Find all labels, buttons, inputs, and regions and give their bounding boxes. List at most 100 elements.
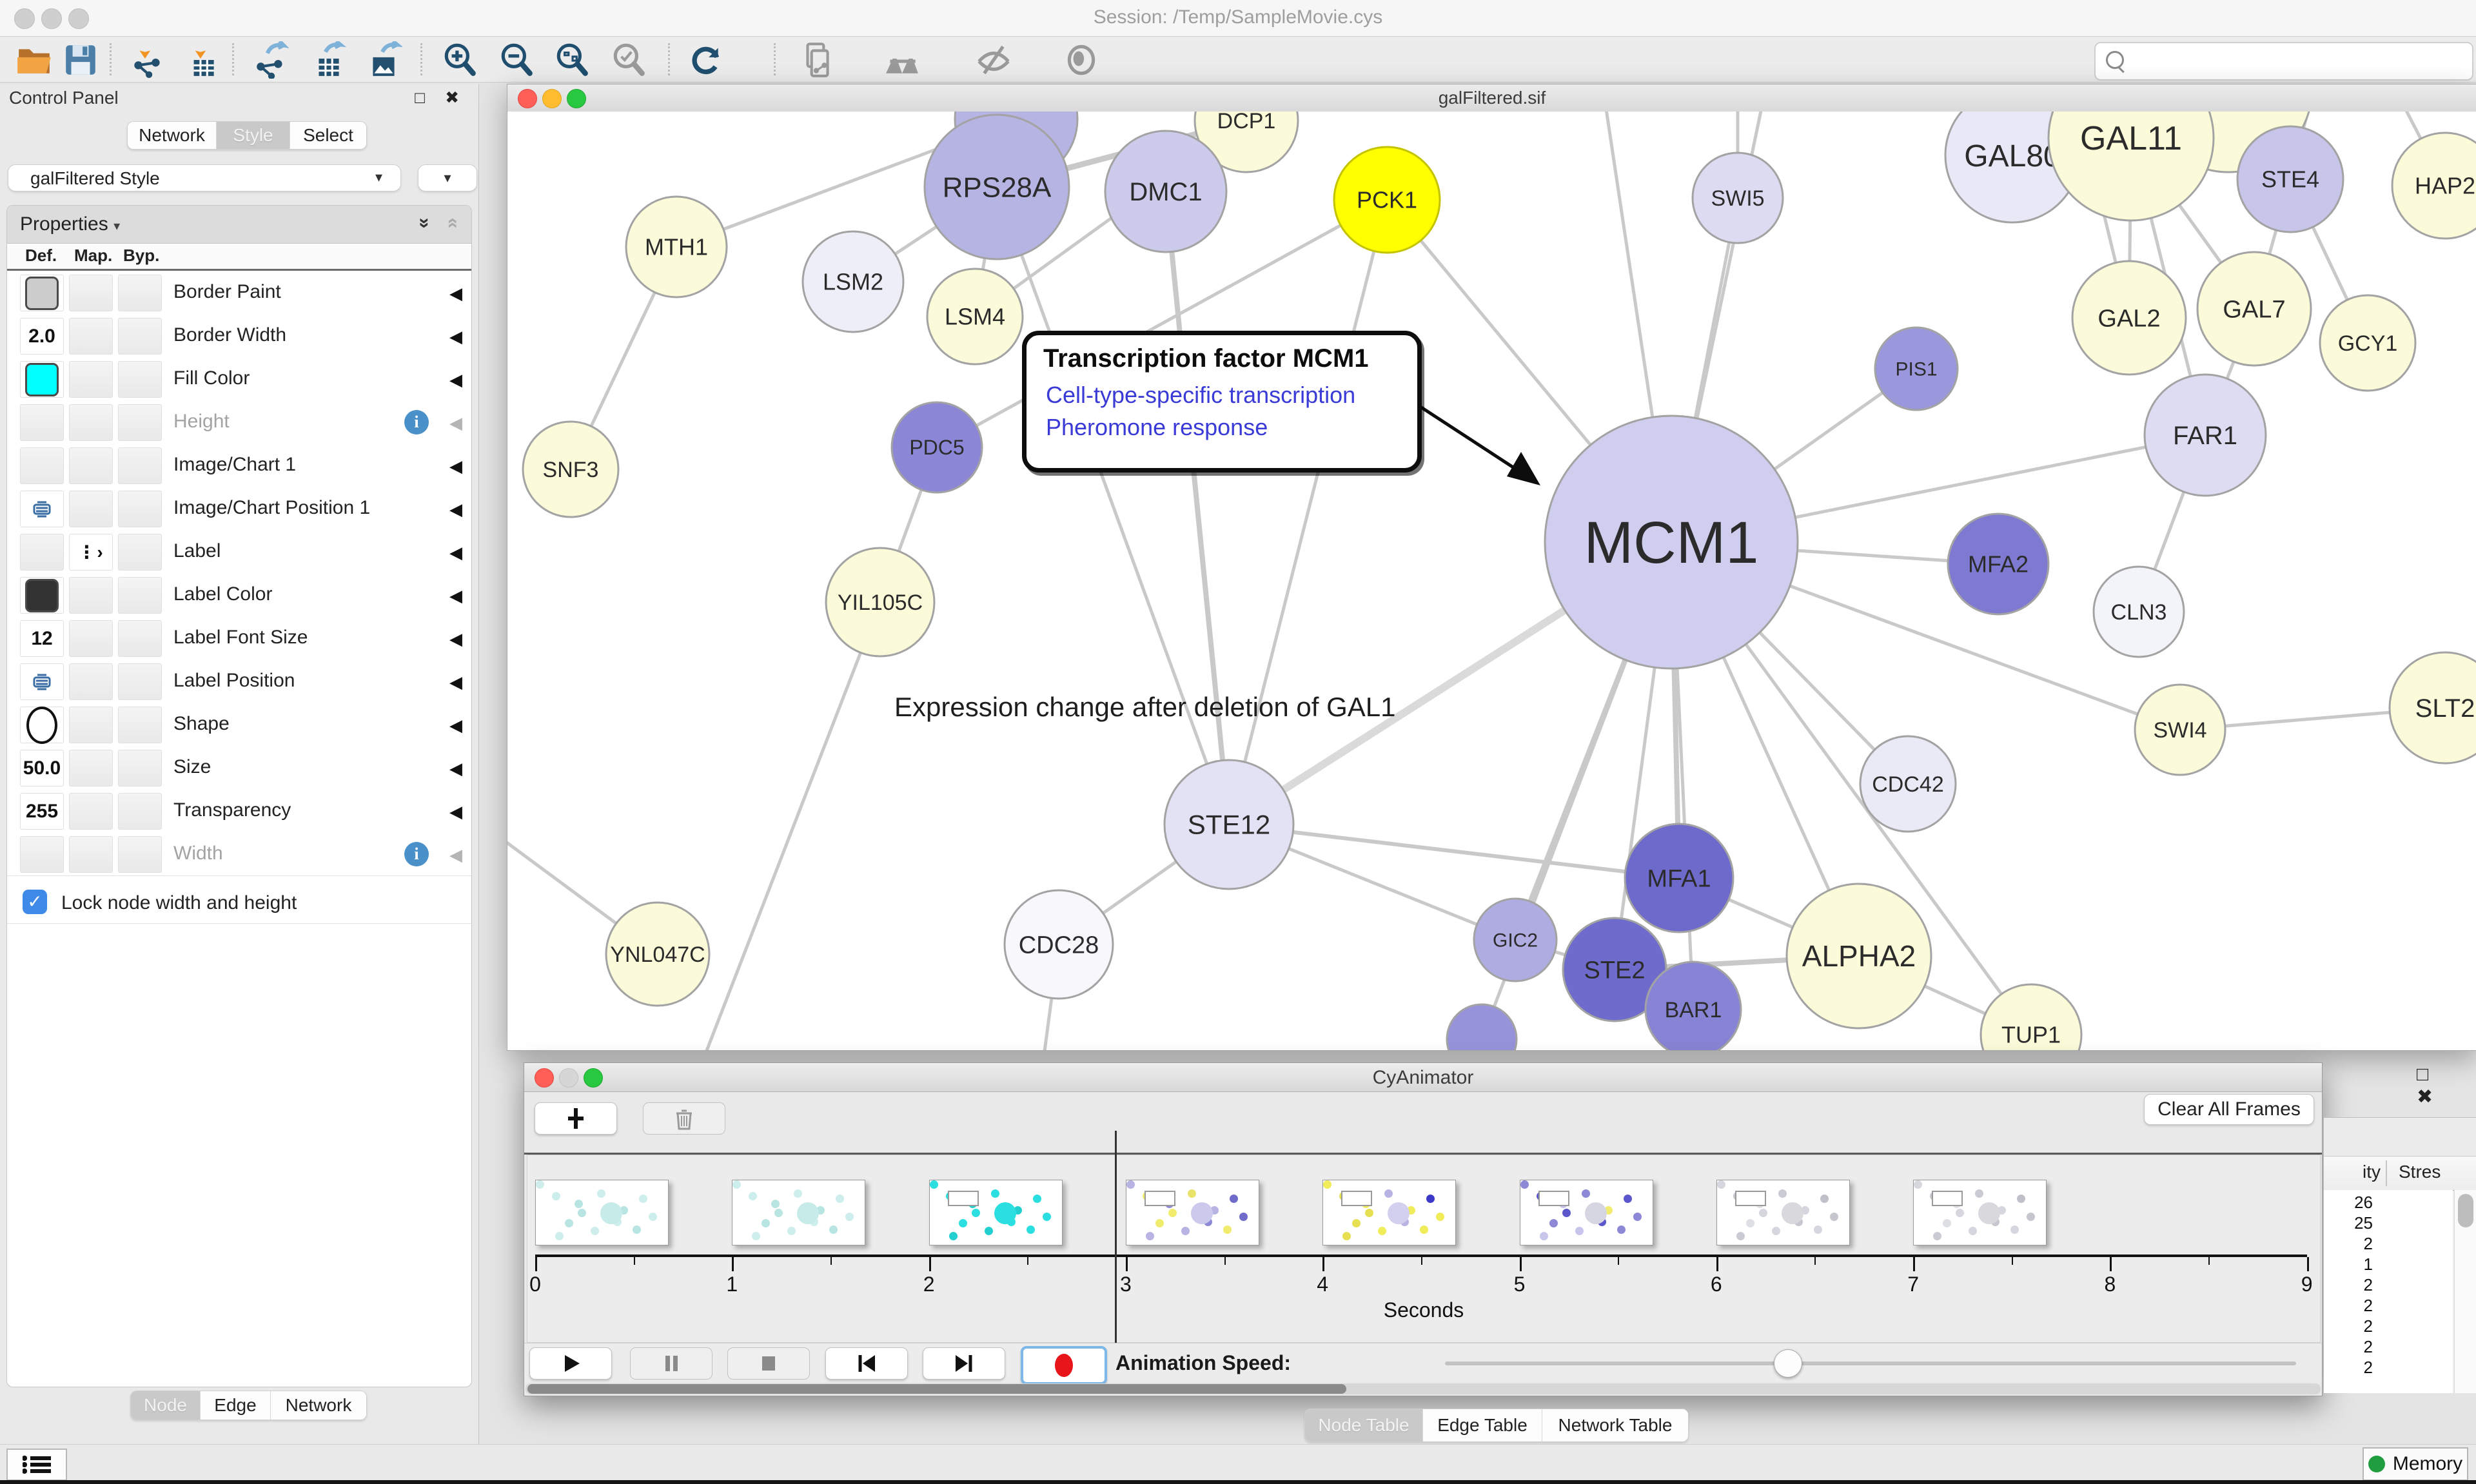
expand-property-arrow[interactable]: ◀	[449, 413, 462, 433]
delete-frame-button[interactable]	[643, 1102, 725, 1135]
expand-property-arrow[interactable]: ◀	[449, 845, 462, 865]
byp-cell[interactable]	[118, 836, 162, 873]
first-neighbors-icon[interactable]	[883, 41, 921, 79]
map-cell[interactable]	[69, 663, 113, 700]
tab-network[interactable]: Network	[271, 1391, 366, 1420]
byp-cell[interactable]	[118, 275, 162, 311]
frame-thumbnail[interactable]	[1322, 1180, 1456, 1245]
map-cell[interactable]	[69, 404, 113, 441]
skip-to-end-button[interactable]	[923, 1347, 1005, 1380]
property-row[interactable]: Label Color◀	[7, 573, 471, 617]
expand-property-arrow[interactable]: ◀	[449, 716, 462, 736]
def-cell[interactable]	[20, 707, 64, 743]
export-network-icon[interactable]	[253, 41, 290, 79]
mcm1-annotation-box[interactable]: Transcription factor MCM1 Cell-type-spec…	[1022, 331, 1422, 473]
tab-edge-table[interactable]: Edge Table	[1423, 1409, 1542, 1441]
byp-cell[interactable]	[118, 663, 162, 700]
hide-selected-icon[interactable]	[975, 41, 1012, 79]
property-row[interactable]: Widthi◀	[7, 832, 471, 876]
task-history-button[interactable]	[6, 1449, 67, 1481]
duplicate-network-icon[interactable]	[798, 41, 836, 79]
def-cell[interactable]: 50.0	[20, 750, 64, 786]
network-caption-annotation[interactable]: Expression change after deletion of GAL1	[894, 692, 1396, 723]
frame-thumbnail[interactable]	[1520, 1180, 1653, 1245]
byp-cell[interactable]	[118, 361, 162, 398]
expand-property-arrow[interactable]: ◀	[449, 802, 462, 822]
frames-timeline[interactable]: Seconds 0123456789	[527, 1155, 2321, 1343]
table-row[interactable]: 1	[2324, 1255, 2453, 1275]
table-row[interactable]: 2	[2324, 1316, 2453, 1337]
property-row[interactable]: 2.0Border Width◀	[7, 314, 471, 358]
tab-node-table[interactable]: Node Table	[1305, 1409, 1423, 1441]
cyanimator-titlebar[interactable]: CyAnimator	[524, 1063, 2322, 1092]
lock-dimensions-checkbox[interactable]: ✓	[23, 890, 47, 914]
byp-cell[interactable]	[118, 750, 162, 786]
map-cell[interactable]: ⋮›	[69, 534, 113, 571]
expand-property-arrow[interactable]: ◀	[449, 586, 462, 606]
skip-to-start-button[interactable]	[825, 1347, 908, 1380]
column-divider[interactable]	[2386, 1160, 2387, 1186]
expand-property-arrow[interactable]: ◀	[449, 456, 462, 476]
table-row[interactable]: 26	[2324, 1193, 2453, 1213]
refresh-view-icon[interactable]	[687, 41, 725, 79]
info-icon[interactable]: i	[404, 842, 429, 866]
tab-style[interactable]: Style	[217, 122, 290, 149]
frame-thumbnail[interactable]	[535, 1180, 669, 1245]
map-cell[interactable]	[69, 750, 113, 786]
import-table-icon[interactable]	[183, 41, 221, 79]
style-selector-dropdown[interactable]: galFiltered Style ▾	[8, 164, 401, 191]
def-cell[interactable]: 255	[20, 793, 64, 830]
annotation-link[interactable]: Cell-type-specific transcription	[1046, 382, 1355, 409]
def-cell[interactable]	[20, 447, 64, 484]
property-row[interactable]: Label Position◀	[7, 659, 471, 703]
map-cell[interactable]	[69, 275, 113, 311]
table-column-header[interactable]: ity	[2324, 1162, 2381, 1182]
open-session-icon[interactable]	[15, 41, 53, 79]
search-input[interactable]	[2094, 42, 2473, 81]
record-button[interactable]	[1021, 1346, 1107, 1385]
import-network-icon[interactable]	[129, 41, 166, 79]
def-cell[interactable]: 12	[20, 620, 64, 657]
tab-network-table[interactable]: Network Table	[1542, 1409, 1688, 1441]
property-row[interactable]: Image/Chart 1◀	[7, 444, 471, 487]
table-row[interactable]: 25	[2324, 1213, 2453, 1234]
table-row[interactable]: 2	[2324, 1358, 2453, 1378]
zoom-out-icon[interactable]	[498, 41, 535, 79]
def-cell[interactable]: 2.0	[20, 318, 64, 355]
zoom-in-icon[interactable]	[441, 41, 478, 79]
byp-cell[interactable]	[118, 404, 162, 441]
frame-thumbnail[interactable]	[929, 1180, 1063, 1245]
def-cell[interactable]	[20, 534, 64, 571]
table-row[interactable]: 2	[2324, 1337, 2453, 1358]
def-cell[interactable]	[20, 663, 64, 700]
property-row[interactable]: Image/Chart Position 1◀	[7, 487, 471, 531]
info-icon[interactable]: i	[404, 410, 429, 434]
export-image-icon[interactable]	[365, 41, 402, 79]
save-session-icon[interactable]	[62, 41, 99, 79]
property-row[interactable]: Border Paint◀	[7, 271, 471, 315]
table-header-row[interactable]: ity Stres	[2324, 1156, 2476, 1191]
map-cell[interactable]	[69, 447, 113, 484]
map-cell[interactable]	[69, 361, 113, 398]
def-cell[interactable]	[20, 491, 64, 527]
table-column-header[interactable]: Stres	[2399, 1162, 2441, 1182]
export-table-icon[interactable]	[310, 41, 347, 79]
byp-cell[interactable]	[118, 577, 162, 614]
map-cell[interactable]	[69, 793, 113, 830]
properties-header[interactable]: Properties ▾ » »	[7, 206, 471, 244]
annotation-link[interactable]: Pheromone response	[1046, 414, 1268, 441]
property-row[interactable]: Shape◀	[7, 703, 471, 747]
expand-property-arrow[interactable]: ◀	[449, 327, 462, 347]
byp-cell[interactable]	[118, 707, 162, 743]
def-cell[interactable]	[20, 361, 64, 398]
frame-thumbnail[interactable]	[732, 1180, 865, 1245]
table-row[interactable]: 2	[2324, 1275, 2453, 1296]
style-options-button[interactable]: ▾	[418, 164, 477, 191]
map-cell[interactable]	[69, 707, 113, 743]
tab-node[interactable]: Node	[131, 1391, 201, 1420]
byp-cell[interactable]	[118, 491, 162, 527]
frame-thumbnail[interactable]	[1126, 1180, 1259, 1245]
byp-cell[interactable]	[118, 318, 162, 355]
byp-cell[interactable]	[118, 534, 162, 571]
animation-speed-slider-handle[interactable]	[1774, 1349, 1802, 1378]
